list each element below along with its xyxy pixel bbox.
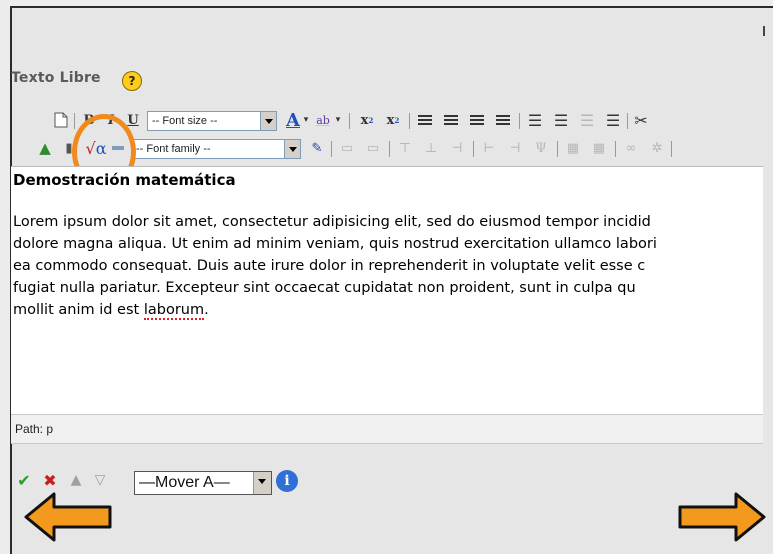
content-paragraph: Lorem ipsum dolor sit amet, consectetur …	[13, 211, 763, 321]
font-family-select[interactable]: -- Font family --	[131, 139, 301, 159]
info-icon[interactable]: i	[276, 470, 298, 492]
editor-content[interactable]: Demostración matemática Lorem ipsum dolo…	[11, 166, 763, 415]
font-color-icon[interactable]: A	[283, 110, 303, 131]
font-family-select-value: -- Font family --	[136, 143, 211, 155]
align-right-icon[interactable]	[467, 110, 487, 130]
bullet-list-icon[interactable]: ☰	[525, 110, 545, 130]
misspelled-word: laborum	[143, 302, 205, 320]
font-size-select-value: -- Font size --	[152, 115, 218, 127]
move-down-icon[interactable]: ▽	[90, 470, 110, 490]
indent-icon[interactable]: ☰	[603, 110, 623, 130]
chevron-down-icon	[284, 140, 300, 158]
align-justify-icon[interactable]	[493, 110, 513, 130]
link-icon[interactable]: ∞	[621, 138, 641, 158]
paragraph-line: Lorem ipsum dolor sit amet, consectetur …	[13, 214, 651, 230]
paragraph-line: ea commodo consequat. Duis aute irure do…	[13, 258, 646, 274]
next-arrow-icon[interactable]	[676, 490, 768, 544]
content-heading: Demostración matemática	[13, 171, 236, 189]
align-center-icon[interactable]	[441, 110, 461, 130]
highlight-color-icon[interactable]: ab	[313, 110, 333, 130]
merge-cells-icon[interactable]: ▦	[563, 138, 583, 158]
outdent-icon[interactable]: ☰	[577, 110, 597, 130]
move-up-icon[interactable]: ▲	[66, 470, 86, 490]
cut-icon[interactable]: ✂	[631, 110, 651, 130]
image-icon[interactable]: ▲	[35, 138, 55, 158]
chevron-down-icon	[253, 472, 271, 494]
paragraph-line: mollit anim id est	[13, 302, 144, 318]
insert-row-after-icon[interactable]: ⊥	[421, 138, 441, 158]
new-document-icon[interactable]	[51, 110, 71, 130]
move-to-select-value: —Mover A—	[139, 474, 230, 491]
dropdown-arrow-icon[interactable]: ▾	[333, 110, 343, 130]
path-text: Path: p	[15, 422, 54, 436]
table-row-props-icon[interactable]: ▭	[337, 138, 357, 158]
paragraph-line-end: .	[204, 302, 209, 318]
paragraph-line: dolore magna aliqua. Ut enim ad minim ve…	[13, 236, 657, 252]
superscript-icon[interactable]: x2	[383, 110, 403, 130]
font-size-select[interactable]: -- Font size --	[147, 111, 277, 131]
checkmark-icon[interactable]: ✔	[14, 470, 34, 490]
align-left-icon[interactable]	[415, 110, 435, 130]
delete-x-icon[interactable]: ✖	[40, 470, 60, 490]
help-icon[interactable]: ?	[122, 71, 142, 91]
status-path-bar: Path: p	[11, 414, 763, 444]
delete-col-icon[interactable]: Ψ	[531, 138, 551, 158]
chevron-down-icon	[260, 112, 276, 130]
move-to-select[interactable]: —Mover A—	[134, 471, 272, 495]
insert-row-before-icon[interactable]: ⊤	[395, 138, 415, 158]
paragraph-line: fugiat nulla pariatur. Excepteur sint oc…	[13, 280, 636, 296]
back-arrow-icon[interactable]	[22, 490, 114, 544]
table-cell-props-icon[interactable]: ▭	[363, 138, 383, 158]
insert-col-before-icon[interactable]: ⊢	[479, 138, 499, 158]
numbered-list-icon[interactable]: ☰	[551, 110, 571, 130]
delete-row-icon[interactable]: ⊣	[447, 138, 467, 158]
subscript-icon[interactable]: x2	[357, 110, 377, 130]
dropdown-arrow-icon[interactable]: ▾	[301, 110, 311, 130]
unlink-icon[interactable]: ✲	[647, 138, 667, 158]
field-label: Texto Libre	[11, 70, 101, 86]
edit-html-icon[interactable]: ✎	[307, 138, 327, 158]
insert-col-after-icon[interactable]: ⊣	[505, 138, 525, 158]
split-cells-icon[interactable]: ▦	[589, 138, 609, 158]
corner-mark	[763, 26, 771, 36]
